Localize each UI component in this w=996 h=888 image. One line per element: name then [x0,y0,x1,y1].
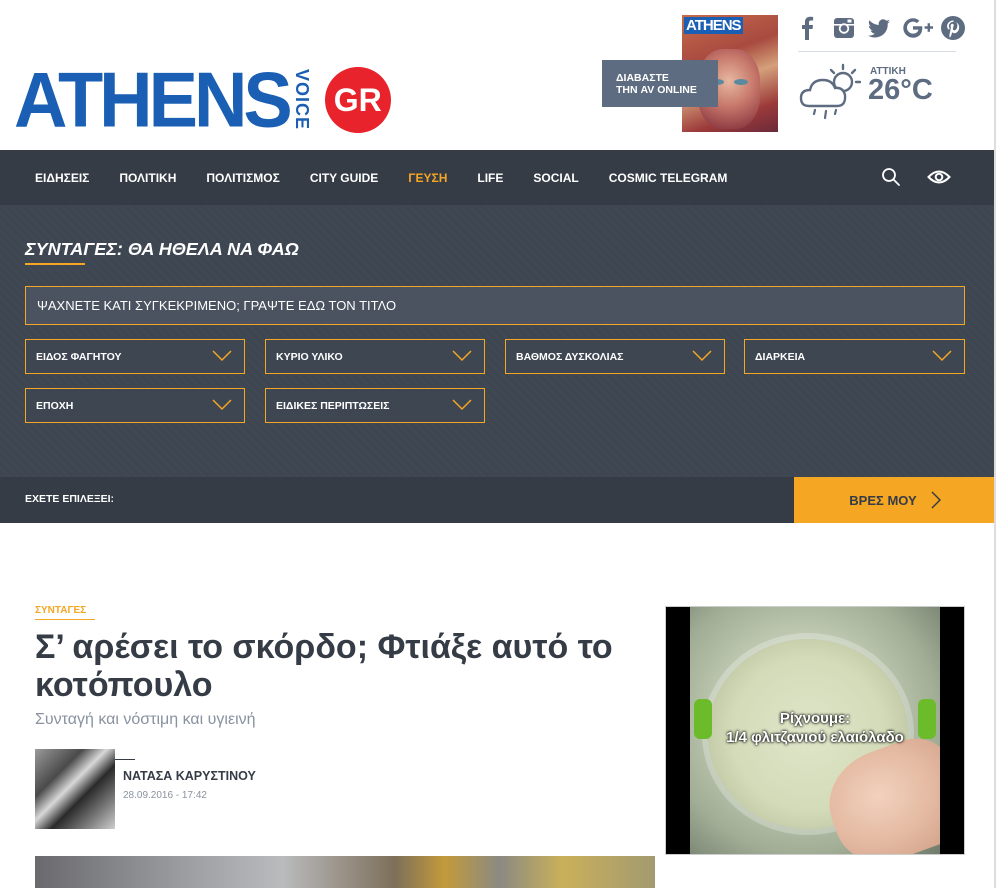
caption-line2: 1/4 φλιτζανιού ελαιόλαδο [726,729,904,746]
article-date: 28.09.2016 - 17:42 [123,790,207,801]
video-frame: Ρίχνουμε: 1/4 φλιτζανιού ελαιόλαδο [690,607,940,854]
filter-label: ΕΙΔΙΚΕΣ ΠΕΡΙΠΤΩΣΕΙΣ [276,399,390,412]
filter-label: ΔΙΑΡΚΕΙΑ [755,350,806,363]
cover-eye [734,79,748,85]
logo-gr-badge: GR [324,67,391,133]
article-subtitle: Συνταγή και νόστιμη και υγιεινή [35,711,256,728]
chevron-right-icon [931,491,941,509]
video-caption: Ρίχνουμε: 1/4 φλιτζανιού ελαιόλαδο [690,709,940,747]
selected-filters-label: ΕΧΕΤΕ ΕΠΙΛΕΞΕΙ: [25,493,115,505]
chevron-down-icon [452,399,472,411]
title-underline [25,263,85,265]
main-navigation: ΕΙΔΗΣΕΙΣ ΠΟΛΙΤΙΚΗ ΠΟΛΙΤΙΣΜΟΣ CITY GUIDE … [0,150,996,205]
filter-label: ΚΥΡΙΟ ΥΛΙΚΟ [276,350,343,363]
caption-line1: Ρίχνουμε: [779,710,851,727]
article-hero-image [35,856,655,888]
find-recipes-button[interactable]: ΒΡΕΣ ΜΟΥ [794,477,996,523]
author-divider [115,759,135,760]
chevron-down-icon [212,350,232,362]
filter-season-select[interactable]: ΕΠΟΧΗ [25,388,245,423]
cover-title: ATHENS [684,17,743,34]
nav-item-social[interactable]: SOCIAL [518,171,593,185]
filter-label: ΕΙΔΟΣ ΦΑΓΗΤΟΥ [36,350,122,363]
eye-icon[interactable] [927,168,951,186]
category-underline [35,619,95,620]
googleplus-icon[interactable] [902,14,936,42]
read-online-line1: ΔΙΑΒΑΣΤΕ [616,72,669,84]
pinterest-icon[interactable] [940,14,966,42]
nav-item-politismos[interactable]: ΠΟΛΙΤΙΣΜΟΣ [191,171,294,185]
article-category[interactable]: ΣΥΝΤΑΓΕΣ [35,605,86,616]
twitter-icon[interactable] [866,14,892,42]
chevron-down-icon [932,350,952,362]
author-avatar[interactable] [35,749,115,829]
filter-difficulty-select[interactable]: ΒΑΘΜΟΣ ΔΥΣΚΟΛΙΑΣ [505,339,725,374]
logo-voice-text: VOICE [291,69,312,131]
filter-food-type-select[interactable]: ΕΙΔΟΣ ΦΑΓΗΤΟΥ [25,339,245,374]
chevron-down-icon [212,399,232,411]
site-header: ATHENS VOICE GR ATHENS ΔΙΑΒΑΣΤΕ ΤΗΝ AV O… [0,0,996,150]
read-online-button[interactable]: ΔΙΑΒΑΣΤΕ ΤΗΝ AV ONLINE [602,60,718,107]
nav-item-eidiseis[interactable]: ΕΙΔΗΣΕΙΣ [20,171,104,185]
chevron-down-icon [452,350,472,362]
athens-voice-logo[interactable]: ATHENS VOICE GR [14,55,391,144]
nav-item-politiki[interactable]: ΠΟΛΙΤΙΚΗ [104,171,191,185]
find-button-label: ΒΡΕΣ ΜΟΥ [849,492,917,508]
cloud-sun-rain-icon [799,63,861,120]
nav-item-city-guide[interactable]: CITY GUIDE [295,171,393,185]
social-links [796,14,966,42]
nav-items: ΕΙΔΗΣΕΙΣ ΠΟΛΙΤΙΚΗ ΠΟΛΙΤΙΣΜΟΣ CITY GUIDE … [20,150,742,205]
read-online-line2: ΤΗΝ AV ONLINE [616,84,697,96]
nav-item-geusi[interactable]: ΓΕΥΣΗ [393,171,462,185]
recipe-search-title: ΣΥΝΤΑΓΕΣ: ΘΑ ΗΘΕΛΑ ΝΑ ΦΑΩ [25,239,299,259]
weather-temperature: 26°C [868,74,933,106]
filter-main-ingredient-select[interactable]: ΚΥΡΙΟ ΥΛΙΚΟ [265,339,485,374]
nav-item-life[interactable]: LIFE [462,171,518,185]
filter-label: ΕΠΟΧΗ [36,399,74,412]
facebook-icon[interactable] [796,14,820,42]
instagram-icon[interactable] [832,14,856,42]
filter-duration-select[interactable]: ΔΙΑΡΚΕΙΑ [744,339,965,374]
search-icon[interactable] [881,167,901,187]
filter-special-cases-select[interactable]: ΕΙΔΙΚΕΣ ΠΕΡΙΠΤΩΣΕΙΣ [265,388,485,423]
filter-label: ΒΑΘΜΟΣ ΔΥΣΚΟΛΙΑΣ [516,350,624,363]
article-title: Σ’ αρέσει το σκόρδο; Φτιάξε αυτό το κοτό… [35,628,613,704]
video-player[interactable]: Ρίχνουμε: 1/4 φλιτζανιού ελαιόλαδο [665,606,965,855]
weather-divider [798,51,956,52]
chevron-down-icon [692,350,712,362]
author-name[interactable]: ΝΑΤΑΣΑ ΚΑΡΥΣΤΙΝΟΥ [123,769,256,783]
logo-wordmark: ATHENS [14,55,293,144]
nav-item-cosmic-telegram[interactable]: COSMIC TELEGRAM [594,171,743,185]
recipe-title-search-input[interactable] [25,286,965,325]
